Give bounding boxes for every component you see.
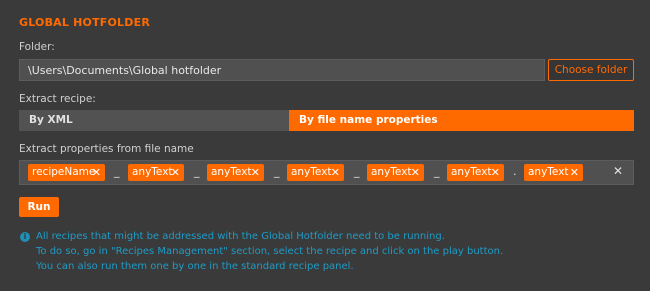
file-name-properties-field[interactable]: recipeName ✕ _ anyText ✕ _ anyText ✕ _ anyT…	[19, 160, 634, 185]
panel-title: GLOBAL HOTFOLDER	[19, 16, 150, 29]
info-text-line: To do so, go in "Recipes Management" sec…	[36, 246, 504, 257]
property-chip[interactable]: anyText ✕	[128, 164, 184, 181]
chip-label: anyText	[371, 166, 412, 178]
remove-chip-icon[interactable]: ✕	[92, 164, 101, 181]
remove-chip-icon[interactable]: ✕	[491, 164, 500, 181]
remove-chip-icon[interactable]: ✕	[331, 164, 340, 181]
choose-folder-button[interactable]: Choose folder	[548, 59, 634, 81]
property-chip[interactable]: anyText ✕	[287, 164, 344, 181]
property-chip[interactable]: anyText ✕	[367, 164, 424, 181]
remove-chip-icon[interactable]: ✕	[411, 164, 420, 181]
clear-all-icon[interactable]: ✕	[613, 164, 623, 178]
separator: _	[194, 165, 200, 178]
info-text-line: You can also run them one by one in the …	[36, 261, 354, 272]
separator: _	[434, 165, 440, 178]
separator: .	[513, 165, 517, 178]
property-chip[interactable]: anyText ✕	[447, 164, 504, 181]
extract-recipe-label: Extract recipe:	[19, 93, 96, 105]
run-button[interactable]: Run	[19, 197, 59, 217]
folder-label: Folder:	[19, 41, 55, 53]
info-text-line: All recipes that might be addressed with…	[36, 231, 445, 242]
chip-label: anyText	[291, 166, 332, 178]
separator: _	[114, 165, 120, 178]
chip-label: anyText	[528, 166, 569, 178]
remove-chip-icon[interactable]: ✕	[570, 164, 579, 181]
separator: _	[274, 165, 280, 178]
remove-chip-icon[interactable]: ✕	[251, 164, 260, 181]
global-hotfolder-panel: GLOBAL HOTFOLDER Folder: \Users\Document…	[0, 0, 650, 291]
property-chip[interactable]: anyText ✕	[524, 164, 583, 181]
remove-chip-icon[interactable]: ✕	[171, 164, 180, 181]
chip-label: anyText	[211, 166, 252, 178]
folder-path-input[interactable]: \Users\Documents\Global hotfolder	[19, 59, 545, 81]
extract-properties-label: Extract properties from file name	[19, 143, 194, 155]
property-chip[interactable]: anyText ✕	[207, 164, 264, 181]
chip-label: recipeName	[32, 166, 96, 178]
chip-label: anyText	[132, 166, 173, 178]
separator: _	[354, 165, 360, 178]
info-icon: i	[20, 232, 30, 242]
chip-label: anyText	[451, 166, 492, 178]
property-chip[interactable]: recipeName ✕	[28, 164, 105, 181]
by-file-name-properties-option[interactable]: By file name properties	[289, 110, 634, 131]
by-xml-option[interactable]: By XML	[19, 110, 289, 131]
